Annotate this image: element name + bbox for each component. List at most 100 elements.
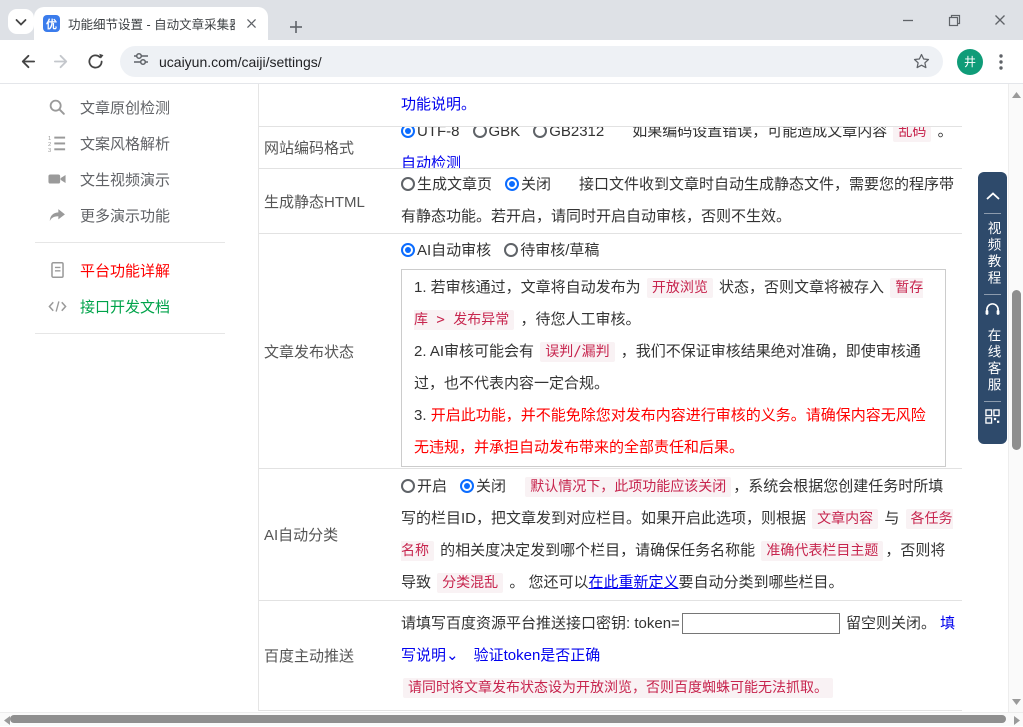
sidebar-item-label: 文生视频演示 <box>80 169 170 190</box>
radio-option[interactable]: 关闭 <box>505 176 551 193</box>
scroll-up-arrow[interactable] <box>1010 88 1023 101</box>
radio-label: AI自动审核 <box>417 242 491 259</box>
svg-text:3: 3 <box>48 148 51 152</box>
radio-button[interactable] <box>401 243 415 257</box>
headset-icon <box>984 302 1001 322</box>
minimize-button[interactable] <box>885 0 931 40</box>
radio-button[interactable] <box>504 243 518 257</box>
link[interactable]: 验证token是否正确 <box>474 647 601 664</box>
settings-row: 网站编码格式UTF-8GBKGB2312 如果编码设置错误，可能造成文章内容 乱… <box>259 127 962 169</box>
sidebar-item-label: 文章原创检测 <box>80 97 170 118</box>
horizontal-scrollbar-thumb[interactable] <box>10 715 1006 723</box>
radio-option[interactable]: GBK <box>473 127 521 140</box>
profile-avatar[interactable]: 井 <box>957 49 983 75</box>
floating-toolbar: 视频教程 在线客服 <box>978 172 1007 444</box>
row-label: 文章发布状态 <box>259 234 401 468</box>
settings-row: 生成静态HTML生成文章页关闭 接口文件收到文章时自动生成静态文件，需要您的程序… <box>259 169 962 234</box>
radio-label: 关闭 <box>476 478 506 495</box>
radio-button[interactable] <box>505 177 519 191</box>
text: ，待您人工审核。 <box>516 311 640 328</box>
text: 。 您还可以 <box>505 574 588 591</box>
forward-button[interactable] <box>44 45 78 79</box>
bookmark-star-icon[interactable] <box>906 52 937 71</box>
highlight-text: 默认情况下，此项功能应该关闭 <box>525 477 731 497</box>
divider <box>35 242 225 243</box>
highlight-text: 开放浏览 <box>647 278 713 298</box>
back-button[interactable] <box>10 45 44 79</box>
radio-label: 开启 <box>417 478 447 495</box>
radio-button[interactable] <box>460 479 474 493</box>
tab-title: 功能细节设置 - 自动文章采集器 <box>68 14 235 33</box>
browser-tab[interactable]: 优 功能细节设置 - 自动文章采集器 <box>34 7 268 40</box>
url-text[interactable]: ucaiyun.com/caiji/settings/ <box>159 54 896 70</box>
sidebar-item-label: 平台功能详解 <box>80 260 170 281</box>
radio-button[interactable] <box>533 127 547 138</box>
radio-option[interactable]: 生成文章页 <box>401 176 492 193</box>
link[interactable]: 自动检测 <box>401 155 461 170</box>
new-tab-button[interactable] <box>282 13 310 41</box>
sidebar-item-label: 更多演示功能 <box>80 205 170 226</box>
window-controls <box>885 0 1023 40</box>
radio-option[interactable]: 关闭 <box>460 478 506 495</box>
radio-option[interactable]: 开启 <box>401 478 447 495</box>
token-input[interactable] <box>682 613 840 634</box>
row-content: UTF-8GBKGB2312 如果编码设置错误，可能造成文章内容 乱码 。 自动… <box>401 127 962 168</box>
sidebar-item[interactable]: 123 文案风格解析 <box>0 125 258 161</box>
highlight-text: 文章内容 <box>812 509 878 529</box>
scroll-right-arrow[interactable] <box>1010 714 1023 727</box>
settings-row: 百度主动推送请填写百度资源平台推送接口密钥: token= 留空则关闭。 填写说… <box>259 601 962 711</box>
tab-close-icon[interactable] <box>243 16 259 32</box>
back-to-top-button[interactable] <box>985 181 1001 213</box>
document-icon <box>47 261 67 279</box>
text: 留空则关闭。 <box>842 615 940 632</box>
text: 如果编码设置错误，可能造成文章内容 <box>617 127 891 140</box>
sidebar-item-label: 文案风格解析 <box>80 133 170 154</box>
divider <box>35 333 225 334</box>
text: 要自动分类到哪些栏目。 <box>679 574 844 591</box>
scroll-down-arrow[interactable] <box>1010 695 1023 708</box>
row-content: 功能说明。 <box>401 84 962 126</box>
link[interactable]: 在此重新定义 <box>589 574 679 591</box>
row-label <box>259 84 401 126</box>
radio-button[interactable] <box>401 177 415 191</box>
share-arrow-icon <box>47 206 67 224</box>
vertical-scrollbar[interactable] <box>1008 84 1023 712</box>
tab-search-button[interactable] <box>8 9 34 34</box>
settings-row: 功能说明。 <box>259 84 962 127</box>
vertical-scrollbar-thumb[interactable] <box>1012 290 1021 450</box>
radio-label: UTF-8 <box>417 127 460 140</box>
sidebar-item[interactable]: 接口开发文档 <box>0 288 258 324</box>
tab-strip: 优 功能细节设置 - 自动文章采集器 <box>0 0 1023 40</box>
reload-button[interactable] <box>78 45 112 79</box>
radio-option[interactable]: GB2312 <box>533 127 604 140</box>
link[interactable]: 功能说明。 <box>401 96 476 113</box>
text: 与 <box>880 510 903 527</box>
radio-label: 待审核/草稿 <box>520 242 599 259</box>
text <box>459 647 474 664</box>
close-window-button[interactable] <box>977 0 1023 40</box>
site-settings-icon[interactable] <box>133 51 149 72</box>
numbered-list-icon: 123 <box>47 134 67 152</box>
radio-button[interactable] <box>401 479 415 493</box>
qr-code-button[interactable] <box>985 402 1000 436</box>
browser-menu-button[interactable] <box>989 45 1013 79</box>
qr-code-icon <box>985 409 1000 429</box>
address-bar[interactable]: ucaiyun.com/caiji/settings/ <box>120 46 943 77</box>
sidebar-item[interactable]: 文生视频演示 <box>0 161 258 197</box>
horizontal-scrollbar[interactable] <box>0 712 1023 726</box>
radio-option[interactable]: AI自动审核 <box>401 242 491 259</box>
chevron-down-icon <box>15 13 27 31</box>
text <box>519 478 523 495</box>
sidebar-item[interactable]: 文章原创检测 <box>0 89 258 125</box>
row-label: 生成静态HTML <box>259 169 401 233</box>
sidebar-item[interactable]: 更多演示功能 <box>0 197 258 233</box>
radio-button[interactable] <box>401 127 415 138</box>
restore-button[interactable] <box>931 0 977 40</box>
radio-option[interactable]: UTF-8 <box>401 127 460 140</box>
sidebar-item[interactable]: 平台功能详解 <box>0 252 258 288</box>
row-label: 网站编码格式 <box>259 127 401 168</box>
settings-table: 功能说明。网站编码格式 UTF-8 GBK GB2312 如果编码设置错误，可能造成文… <box>258 84 962 711</box>
radio-label: GBK <box>489 127 521 140</box>
radio-option[interactable]: 待审核/草稿 <box>504 242 599 259</box>
radio-button[interactable] <box>473 127 487 138</box>
